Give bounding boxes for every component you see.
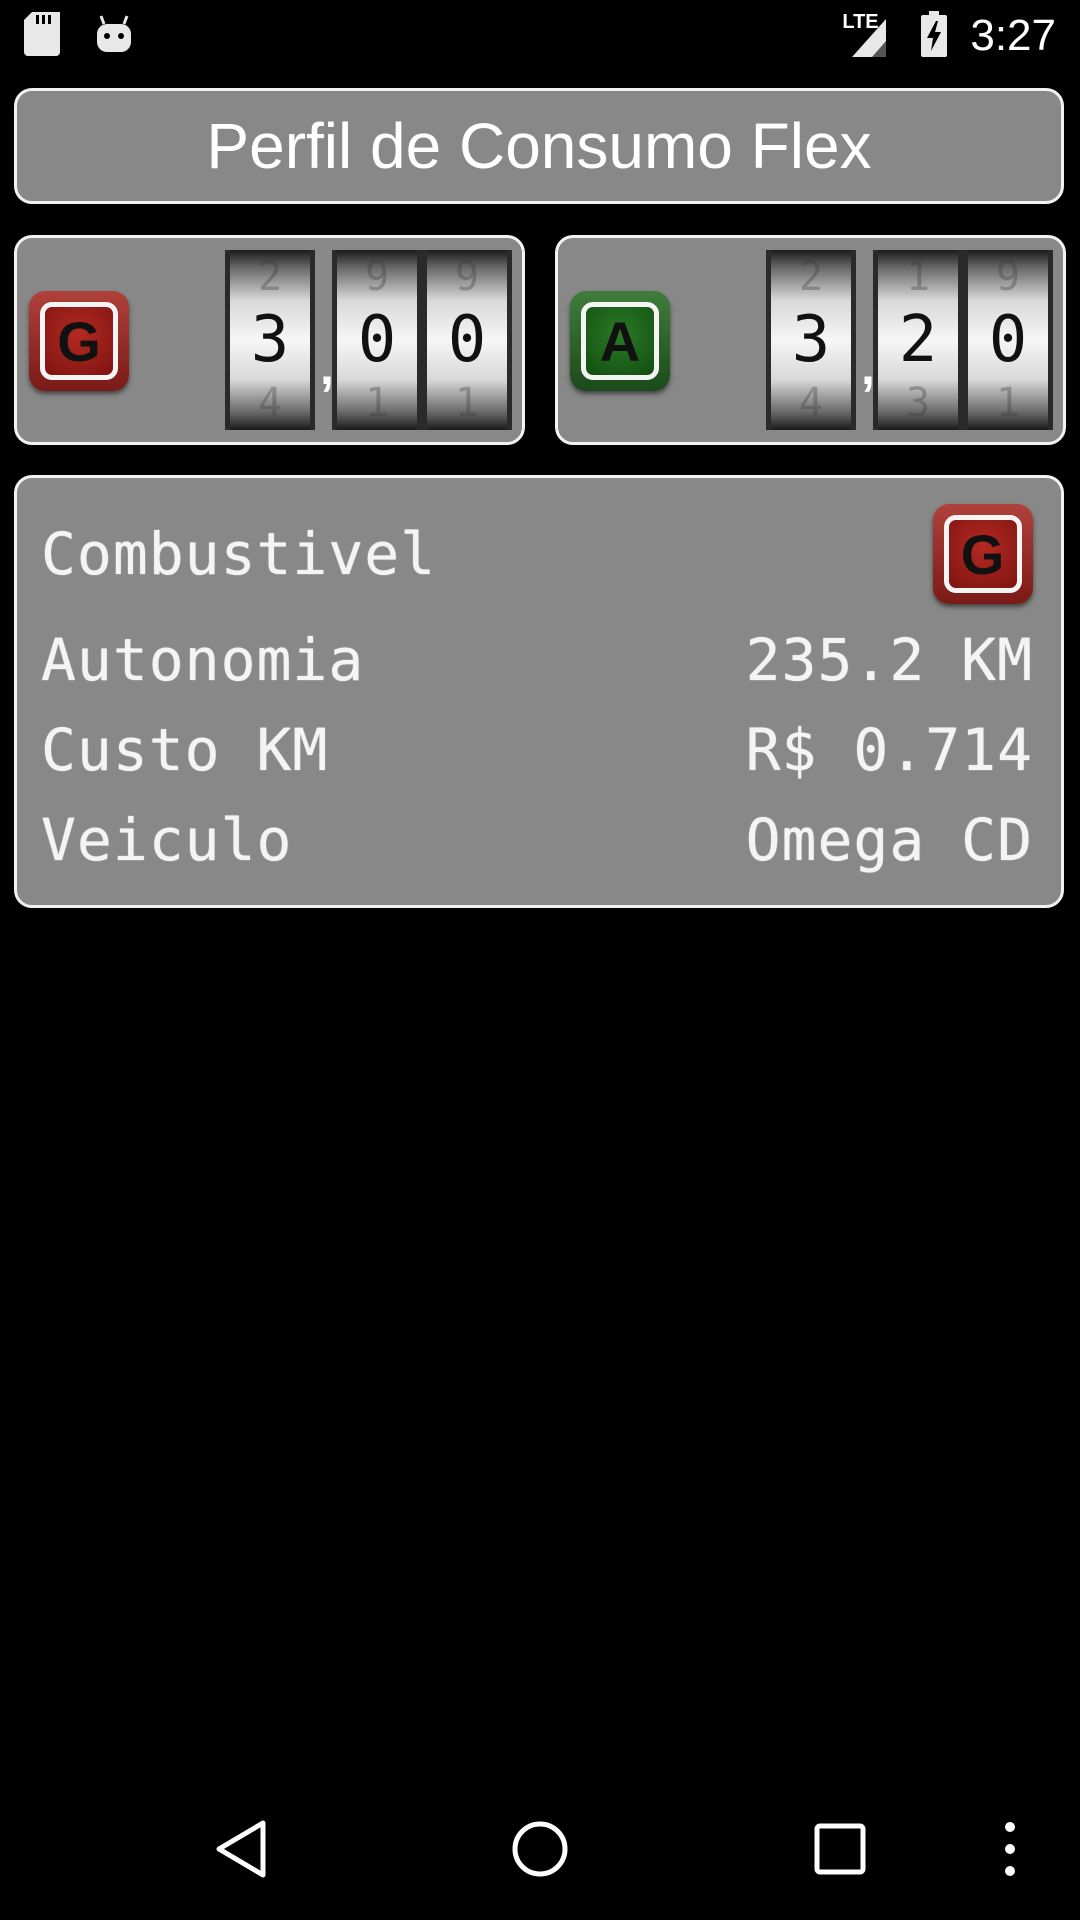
odometer-digit: 0 [988, 303, 1028, 377]
home-icon[interactable] [505, 1814, 575, 1884]
recommended-fuel-badge: G [933, 504, 1033, 604]
gasoline-digit-drum-hundredths[interactable]: 9 0 1 [422, 250, 512, 430]
battery-charging-icon [920, 11, 948, 61]
cost-value: R$ 0.714 [745, 716, 1033, 784]
app-screen: LTE 3:27 Perfil de Consumo Flex G 2 3 4 … [0, 0, 1080, 1920]
odometer-digit: 0 [447, 303, 487, 377]
recents-icon[interactable] [805, 1814, 875, 1884]
gasoline-badge-letter: G [40, 302, 118, 380]
odometer-digit: 2 [898, 303, 938, 377]
autonomy-row: Autonomia 235.2 KM [41, 620, 1033, 700]
alcohol-digit-drum-integer[interactable]: 2 3 4 [766, 250, 856, 430]
autonomy-label: Autonomia [41, 626, 365, 694]
fuel-row: Combustivel G [41, 504, 1033, 604]
odometer-digit: 3 [250, 303, 290, 377]
sd-card-icon [24, 12, 60, 60]
gasoline-digit-drum-integer[interactable]: 2 3 4 [225, 250, 315, 430]
vehicle-value[interactable]: Omega CD [746, 806, 1033, 874]
status-bar: LTE 3:27 [0, 0, 1080, 72]
vehicle-row: Veiculo Omega CD [41, 800, 1033, 880]
overflow-menu-icon[interactable] [985, 1814, 1035, 1884]
alcohol-badge[interactable]: A [570, 291, 670, 391]
odometer-digit: 3 [791, 303, 831, 377]
gasoline-digit-drum-tenths[interactable]: 9 0 1 [332, 250, 422, 430]
vehicle-label: Veiculo [41, 806, 293, 874]
page-title: Perfil de Consumo Flex [206, 110, 872, 182]
status-right-icons: LTE 3:27 [842, 11, 1056, 61]
status-clock: 3:27 [970, 11, 1056, 60]
alcohol-digit-drum-tenths[interactable]: 1 2 3 [873, 250, 963, 430]
signal-icon: LTE [842, 11, 898, 59]
cost-label: Custo KM [41, 716, 329, 784]
odometer-digit: 0 [357, 303, 397, 377]
fuel-label: Combustivel [41, 520, 437, 588]
back-icon[interactable] [206, 1814, 276, 1884]
alcohol-digit-drum-hundredths[interactable]: 9 0 1 [963, 250, 1053, 430]
autonomy-value: 235.2 KM [745, 626, 1033, 694]
title-panel: Perfil de Consumo Flex [14, 88, 1064, 204]
summary-panel: Combustivel G Autonomia 235.2 KM Custo K… [14, 475, 1064, 908]
cost-row: Custo KM R$ 0.714 [41, 710, 1033, 790]
gasoline-badge[interactable]: G [29, 291, 129, 391]
navigation-bar [0, 1776, 1080, 1920]
recommended-fuel-letter: G [944, 515, 1022, 593]
status-left-icons [24, 12, 134, 60]
gasoline-price-panel: G 2 3 4 , 9 0 1 9 0 1 [14, 235, 525, 445]
alcohol-badge-letter: A [581, 302, 659, 380]
alcohol-price-panel: A 2 3 4 , 1 2 3 9 0 1 [555, 235, 1066, 445]
android-icon [94, 14, 134, 58]
